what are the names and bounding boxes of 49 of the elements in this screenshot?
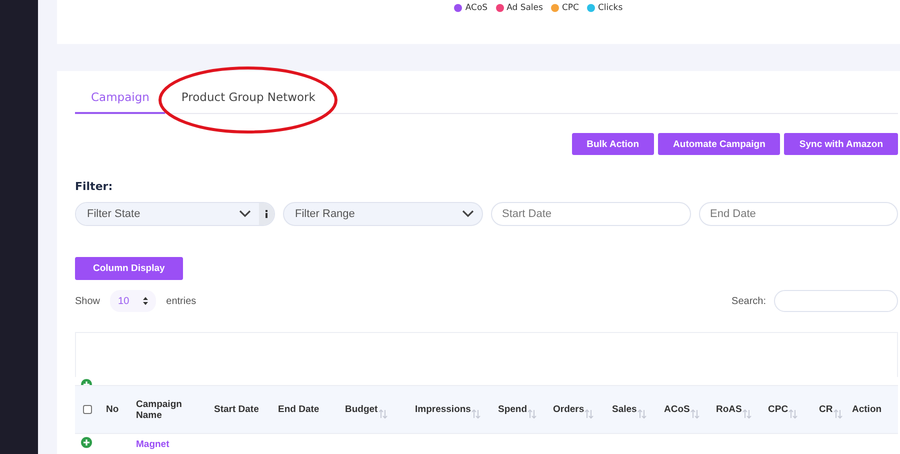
sort-caret-icon [143, 297, 148, 305]
column-header: CPC [768, 404, 788, 415]
sort-icon[interactable] [636, 408, 647, 418]
show-label: Show [75, 296, 100, 306]
expand-plus-icon[interactable] [81, 437, 92, 448]
column-header: Sales [612, 404, 637, 415]
column-header: Impressions [415, 404, 471, 415]
info-icon[interactable] [265, 210, 268, 218]
column-header: Orders [553, 404, 584, 415]
sort-icon[interactable] [584, 408, 594, 418]
column-header: Action [852, 404, 882, 415]
legend-label: ACoS [465, 3, 488, 13]
search-label: Search: [732, 296, 766, 306]
column-header: No [106, 404, 119, 415]
tab[interactable]: Campaign [75, 90, 166, 114]
action-button[interactable]: Sync with Amazon [784, 133, 898, 155]
legend-label: Clicks [598, 3, 623, 13]
chevron-down-icon [462, 210, 474, 218]
legend-label: Ad Sales [506, 3, 543, 13]
column-header: Spend [498, 404, 528, 415]
column-header: Start Date [214, 404, 259, 415]
end-date-field[interactable]: End Date [699, 202, 898, 226]
sort-icon[interactable] [378, 408, 388, 418]
filter-range-select[interactable]: Filter Range [283, 202, 483, 226]
sort-icon[interactable] [788, 408, 798, 418]
action-button[interactable]: Bulk Action [572, 133, 654, 155]
sort-icon[interactable] [527, 408, 538, 418]
action-button[interactable]: Automate Campaign [658, 133, 780, 155]
legend-label: CPC [562, 3, 579, 13]
column-header: ACoS [664, 404, 690, 415]
column-header: Budget [345, 404, 378, 415]
select-all-checkbox[interactable] [83, 405, 92, 414]
sort-icon[interactable] [690, 408, 700, 418]
column-header: CR [819, 404, 833, 415]
sort-icon[interactable] [742, 408, 752, 418]
entries-select[interactable]: 10 [110, 290, 156, 312]
search-field[interactable] [774, 290, 898, 312]
column-header: Campaign Name [136, 398, 183, 420]
start-date-field[interactable]: Start Date [491, 202, 691, 226]
filter-label: Filter: [75, 180, 114, 193]
entries-label: entries [166, 296, 196, 306]
campaign-name-link[interactable]: Magnet [130, 438, 898, 450]
column-header: End Date [278, 404, 320, 415]
sort-icon[interactable] [832, 408, 843, 418]
column-display-button[interactable]: Column Display [75, 257, 183, 280]
filter-state-select[interactable]: Filter State [75, 202, 275, 226]
column-header: RoAS [716, 404, 742, 415]
chevron-down-icon [239, 210, 251, 218]
sort-icon[interactable] [470, 408, 481, 418]
